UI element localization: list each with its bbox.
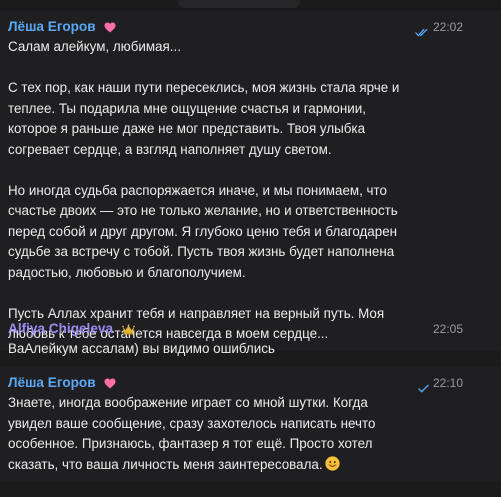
message-header: Лёша Егоров 22:10	[8, 373, 463, 393]
message-meta: 22:02	[415, 17, 463, 37]
author-name[interactable]: Лёша Егоров	[8, 17, 96, 37]
message-header: Alfiya Chigeleva 22:05	[8, 319, 463, 339]
message-time: 22:10	[432, 376, 463, 390]
message-header: Лёша Егоров 22:02	[8, 17, 463, 37]
message-text: Но иногда судьба распоряжается иначе, и …	[8, 182, 398, 280]
message-text-body: Знаете, иногда воображение играет со мно…	[8, 395, 376, 472]
heart-icon	[104, 376, 116, 389]
message-text: Знаете, иногда воображение играет со мно…	[8, 393, 461, 475]
top-overlay-pill	[178, 0, 300, 8]
check-icon	[418, 379, 429, 393]
message-meta: 22:10	[418, 373, 463, 393]
message-item[interactable]: Лёша Егоров 22:10 Знаете, иногда воображ…	[0, 367, 501, 481]
message-time: 22:02	[432, 20, 463, 34]
heart-icon	[104, 20, 116, 33]
crown-icon	[122, 322, 136, 335]
message-time: 22:05	[432, 322, 463, 336]
message-text: С тех пор, как наши пути пересеклись, мо…	[8, 80, 400, 157]
smiling-face-icon	[324, 455, 340, 471]
message-text: ВаАлейкум ассалам) вы видимо ошиблись	[8, 341, 275, 356]
message-item[interactable]: Alfiya Chigeleva 22:05 ВаАлейкум ассалам…	[0, 319, 501, 360]
message-meta: 22:05	[433, 319, 463, 339]
author-name[interactable]: Лёша Егоров	[8, 373, 96, 393]
message-item[interactable]: Лёша Егоров 22:02 Салам алейкум, любимая…	[0, 11, 501, 350]
message-text: Салам алейкум, любимая...	[8, 39, 181, 54]
double-check-icon	[415, 23, 429, 37]
author-name[interactable]: Alfiya Chigeleva	[8, 319, 113, 339]
